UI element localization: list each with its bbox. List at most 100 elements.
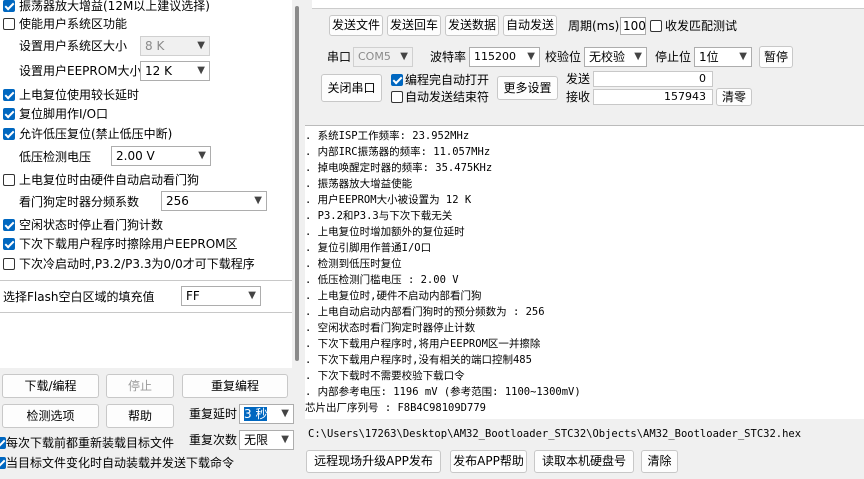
stop-button[interactable]: 停止 (106, 374, 174, 398)
send-file-button[interactable]: 发送文件 (329, 15, 383, 36)
select-value: 115200 (474, 50, 516, 63)
select-value: 1位 (699, 50, 719, 64)
checkbox[interactable] (391, 74, 403, 86)
checkbox[interactable] (3, 219, 15, 231)
auto-send-button[interactable]: 自动发送 (503, 15, 557, 36)
repeat-delay-select[interactable]: 3 秒 ▼ (239, 404, 294, 424)
divider (0, 312, 292, 313)
chevron-down-icon: ▼ (634, 51, 642, 62)
select-value: 无限 (244, 433, 269, 447)
checkbox[interactable] (3, 174, 15, 186)
checkbox[interactable] (650, 20, 662, 32)
option-label: 空闲状态时停止看门狗计数 (19, 218, 164, 232)
chevron-down-icon: ▼ (527, 51, 535, 62)
publish-help-button[interactable]: 发布APP帮助 (450, 450, 527, 473)
send-count-field: 0 (593, 71, 713, 87)
option-label: 允许低压复位(禁止低压中断) (19, 127, 173, 141)
target-file-path: C:\Users\17263\Desktop\AM32_Bootloader_S… (308, 428, 802, 440)
checkbox[interactable] (3, 18, 15, 30)
option-label: 使能用户系统区功能 (19, 17, 128, 31)
select-value: COM5 (358, 50, 391, 63)
stop-bits-label: 停止位 (655, 50, 692, 64)
option-label: 上电复位使用较长延时 (19, 88, 140, 102)
checkbox[interactable] (391, 91, 403, 103)
select-value: 8 K (145, 39, 165, 53)
eeprom-size-select[interactable]: 12 K ▼ (140, 61, 210, 81)
log-line: . 内部IRC振荡器的频率: 11.057MHz (305, 146, 491, 158)
parity-select[interactable]: 无校验 ▼ (584, 47, 647, 67)
chevron-down-icon: ▼ (248, 290, 256, 301)
stop-bits-select[interactable]: 1位 ▼ (694, 47, 752, 67)
remote-upgrade-button[interactable]: 远程现场升级APP发布 (306, 450, 441, 473)
log-line: . 复位引脚用作普通I/O口 (305, 242, 432, 254)
parity-label: 校验位 (545, 50, 582, 64)
option-label: 振荡器放大增益(12M以上建议选择) (19, 0, 210, 13)
option-label: 编程完自动打开 (405, 73, 490, 87)
log-line: . 系统ISP工作频率: 23.952MHz (305, 130, 470, 142)
checkbox[interactable] (3, 258, 15, 270)
log-line: . 低压检测门槛电压 : 2.00 V (305, 274, 459, 286)
low-voltage-select[interactable]: 2.00 V ▼ (111, 146, 211, 166)
send-count-label: 发送 (566, 72, 591, 86)
watchdog-prescaler-label: 看门狗定时器分频系数 (19, 195, 140, 209)
chevron-down-icon: ▼ (281, 434, 289, 445)
reprogram-button[interactable]: 重复编程 (182, 374, 288, 398)
chevron-down-icon: ▼ (281, 408, 289, 419)
log-line: . 空闲状态时看门狗定时器停止计数 (305, 322, 476, 334)
low-voltage-label: 低压检测电压 (19, 150, 92, 164)
watchdog-prescaler-select[interactable]: 256 ▼ (161, 191, 267, 211)
checkbox[interactable] (3, 128, 15, 140)
log-line: . 内部参考电压: 1196 mV (参考范围: 1100~1300mV) (305, 386, 581, 398)
pause-button[interactable]: 暂停 (759, 46, 793, 68)
select-value: 256 (166, 194, 189, 208)
sys-area-size-select[interactable]: 8 K ▼ (140, 36, 210, 56)
scrollbar-thumb[interactable] (295, 6, 299, 361)
checkbox[interactable] (3, 108, 15, 120)
send-enter-button[interactable]: 发送回车 (387, 15, 441, 36)
log-line: . 检测到低压时复位 (305, 258, 402, 270)
recv-count-label: 接收 (566, 90, 591, 104)
checkbox[interactable] (3, 238, 15, 250)
flash-fill-label: 选择Flash空白区域的填充值 (3, 290, 155, 304)
period-input[interactable]: 100 (620, 17, 646, 35)
port-select[interactable]: COM5 ▼ (353, 47, 413, 67)
clear-log-button[interactable]: 清除 (641, 450, 678, 473)
log-line: . 用户EEPROM大小被设置为 12 K (305, 194, 472, 206)
select-value: 12 K (145, 64, 172, 78)
divider (0, 280, 292, 281)
log-line: . 下次下载用户程序时,没有相关的端口控制485 (305, 354, 532, 366)
select-value: FF (186, 289, 200, 303)
detect-options-button[interactable]: 检测选项 (2, 404, 99, 428)
chevron-down-icon: ▼ (197, 65, 205, 76)
recv-count-field: 157943 (593, 89, 713, 105)
baud-select[interactable]: 115200 ▼ (469, 47, 540, 67)
help-button[interactable]: 帮助 (106, 404, 174, 428)
chevron-down-icon: ▼ (400, 51, 408, 62)
flash-fill-select[interactable]: FF ▼ (181, 286, 261, 306)
option-label: 下次冷启动时,P3.2/P3.3为0/0才可下载程序 (19, 257, 255, 271)
checkbox[interactable] (3, 89, 15, 101)
close-port-button[interactable]: 关闭串口 (321, 74, 382, 102)
more-settings-button[interactable]: 更多设置 (497, 76, 558, 100)
clear-counter-button[interactable]: 清零 (716, 88, 752, 106)
log-output[interactable]: . 系统ISP工作频率: 23.952MHz . 内部IRC振荡器的频率: 11… (305, 125, 864, 419)
repeat-delay-label: 重复延时 (189, 407, 238, 421)
log-line: . 上电自动启动内部看门狗时的预分频数为 : 256 (305, 306, 545, 318)
select-value: 3 秒 (244, 407, 268, 421)
download-button[interactable]: 下载/编程 (2, 374, 99, 398)
log-line: . 上电复位时增加额外的复位延时 (305, 226, 465, 238)
option-label: 收发匹配测试 (665, 19, 738, 33)
option-label: 复位脚用作I/O口 (19, 107, 109, 121)
option-label: 每次下载前都重新装载目标文件 (6, 436, 175, 450)
log-line: . 上电复位时,硬件不启动内部看门狗 (305, 290, 482, 302)
eeprom-size-label: 设置用户EEPROM大小 (19, 64, 142, 78)
baud-label: 波特率 (430, 50, 467, 64)
option-label: 下次下载用户程序时擦除用户EEPROM区 (19, 237, 238, 251)
option-label: 自动发送结束符 (405, 90, 490, 104)
log-line: 芯片出厂序列号 : F8B4C98109D779 (305, 402, 486, 414)
checkbox[interactable] (3, 0, 15, 12)
sys-area-size-label: 设置用户系统区大小 (19, 39, 128, 53)
repeat-count-select[interactable]: 无限 ▼ (239, 430, 294, 450)
send-data-button[interactable]: 发送数据 (445, 15, 499, 36)
read-disk-id-button[interactable]: 读取本机硬盘号 (534, 450, 634, 473)
